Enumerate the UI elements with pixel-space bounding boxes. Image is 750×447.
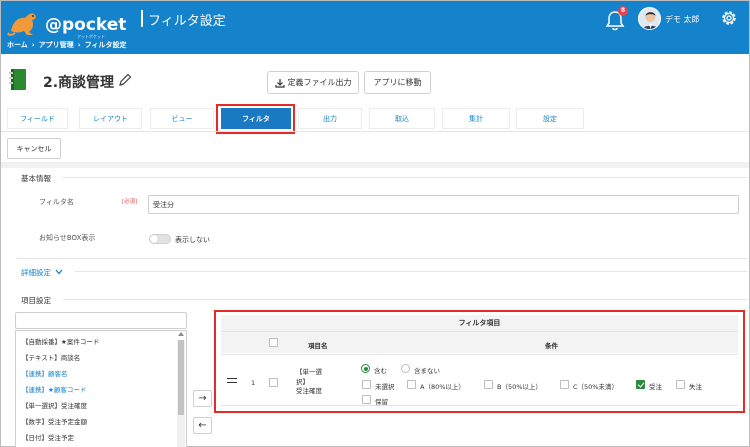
user-name[interactable]: デモ 太郎 — [665, 14, 700, 25]
notification-badge: 8 — [618, 6, 628, 16]
cancel-button[interactable]: キャンセル — [7, 138, 61, 159]
field-search-input[interactable] — [15, 312, 187, 329]
chevron-down-icon — [55, 269, 63, 275]
breadcrumb-separator: › — [31, 41, 35, 49]
download-icon — [274, 78, 285, 88]
tabs-divider — [1, 131, 749, 132]
list-item[interactable]: 【連携】★顧客コード — [22, 384, 86, 394]
pocket-logo[interactable]: @pocket アットポケット — [7, 7, 127, 39]
tab-aggregate[interactable]: 集計 — [442, 108, 510, 129]
pencil-icon[interactable] — [118, 73, 132, 87]
item-settings-title: 項目設定 — [21, 296, 51, 305]
list-item[interactable]: 【自動採番】★案件コード — [22, 336, 99, 346]
header-divider — [141, 10, 143, 27]
app-title: 2.商談管理 — [43, 75, 115, 91]
scroll-up-arrow[interactable] — [178, 332, 184, 336]
tab-output[interactable]: 出力 — [298, 108, 362, 129]
tab-field[interactable]: フィールド — [7, 108, 68, 129]
notice-toggle-label: 表示しない — [175, 236, 210, 244]
field-list: 【自動採番】★案件コード 【テキスト】商談名 【連携】顧客名 【連携】★顧客コー… — [15, 330, 187, 447]
breadcrumb-current: フィルタ設定 — [84, 41, 127, 49]
tab-import[interactable]: 取込 — [369, 108, 435, 129]
section-divider — [63, 299, 747, 300]
toggle-knob — [150, 235, 158, 243]
list-item[interactable]: 【数字】受注予定金額 — [22, 416, 87, 426]
filter-name-input[interactable]: 受注分 — [148, 195, 739, 214]
breadcrumb-app-management[interactable]: アプリ管理 — [39, 41, 74, 49]
tab-view[interactable]: ビュー — [150, 108, 214, 129]
add-field-button[interactable]: → — [193, 390, 212, 407]
notice-box-toggle[interactable] — [149, 234, 171, 244]
list-item[interactable]: 【テキスト】商談名 — [22, 352, 80, 362]
required-mark: [必須] — [122, 199, 138, 205]
tab-layout[interactable]: レイアウト — [79, 108, 142, 129]
detail-settings-toggle[interactable]: 詳細設定 — [21, 267, 63, 278]
breadcrumb-home[interactable]: ホーム — [7, 41, 28, 49]
field-list-scrollbar[interactable] — [177, 340, 185, 447]
list-item[interactable]: 【連携】顧客名 — [22, 368, 68, 378]
filter-items-highlight — [214, 310, 745, 413]
app-header: @pocket アットポケット フィルタ設定 ホーム › アプリ管理 › フィルタ設定 … — [1, 1, 749, 54]
filter-tab-highlight — [216, 104, 295, 134]
settings-tabs: フィールド レイアウト ビュー フィルタ 出力 取込 集計 設定 — [1, 108, 749, 131]
section-divider — [63, 177, 747, 178]
page-title: フィルタ設定 — [148, 14, 226, 29]
list-item[interactable]: 【日付】受注予定 — [22, 432, 74, 442]
user-photo-icon — [639, 8, 660, 29]
remove-field-button[interactable]: ← — [193, 417, 212, 434]
book-icon — [9, 69, 26, 90]
breadcrumb: ホーム › アプリ管理 › フィルタ設定 — [7, 40, 126, 50]
detail-settings-label: 詳細設定 — [21, 268, 51, 277]
export-definition-label: 定義ファイル出力 — [287, 78, 352, 87]
move-to-app-button[interactable]: アプリに移動 — [364, 71, 431, 94]
breadcrumb-separator: › — [77, 41, 81, 49]
tab-settings[interactable]: 設定 — [516, 108, 584, 129]
list-item[interactable]: 【単一選択】受注確度 — [22, 400, 87, 410]
filter-name-label: フィルタ名 — [39, 198, 74, 206]
scroll-thumb[interactable] — [178, 340, 184, 415]
content-separator — [1, 162, 749, 168]
avatar[interactable] — [638, 7, 661, 30]
logo-text: @pocket — [45, 15, 127, 35]
basic-info-title: 基本情報 — [21, 174, 51, 183]
notice-box-label: お知らせBOX表示 — [39, 234, 96, 242]
section-divider — [75, 271, 747, 272]
gear-icon[interactable] — [719, 8, 739, 28]
export-definition-button[interactable]: 定義ファイル出力 — [267, 71, 359, 94]
section-divider — [17, 258, 747, 259]
kangaroo-logo-icon — [7, 13, 36, 36]
